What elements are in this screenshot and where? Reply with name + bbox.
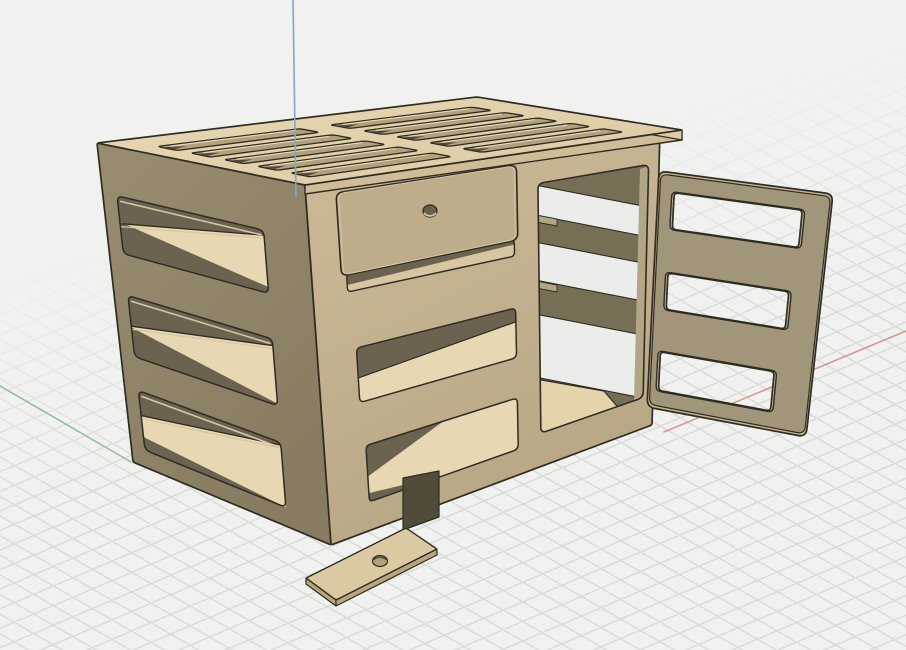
open-door[interactable] [646,171,834,437]
y-axis-green-line [0,385,132,463]
enclosure-model[interactable] [96,96,683,607]
left-panel[interactable] [96,142,332,546]
tab-notch [402,470,440,531]
front-panel[interactable] [304,131,661,546]
viewport-canvas[interactable] [0,0,906,650]
model-scene[interactable] [0,0,906,650]
